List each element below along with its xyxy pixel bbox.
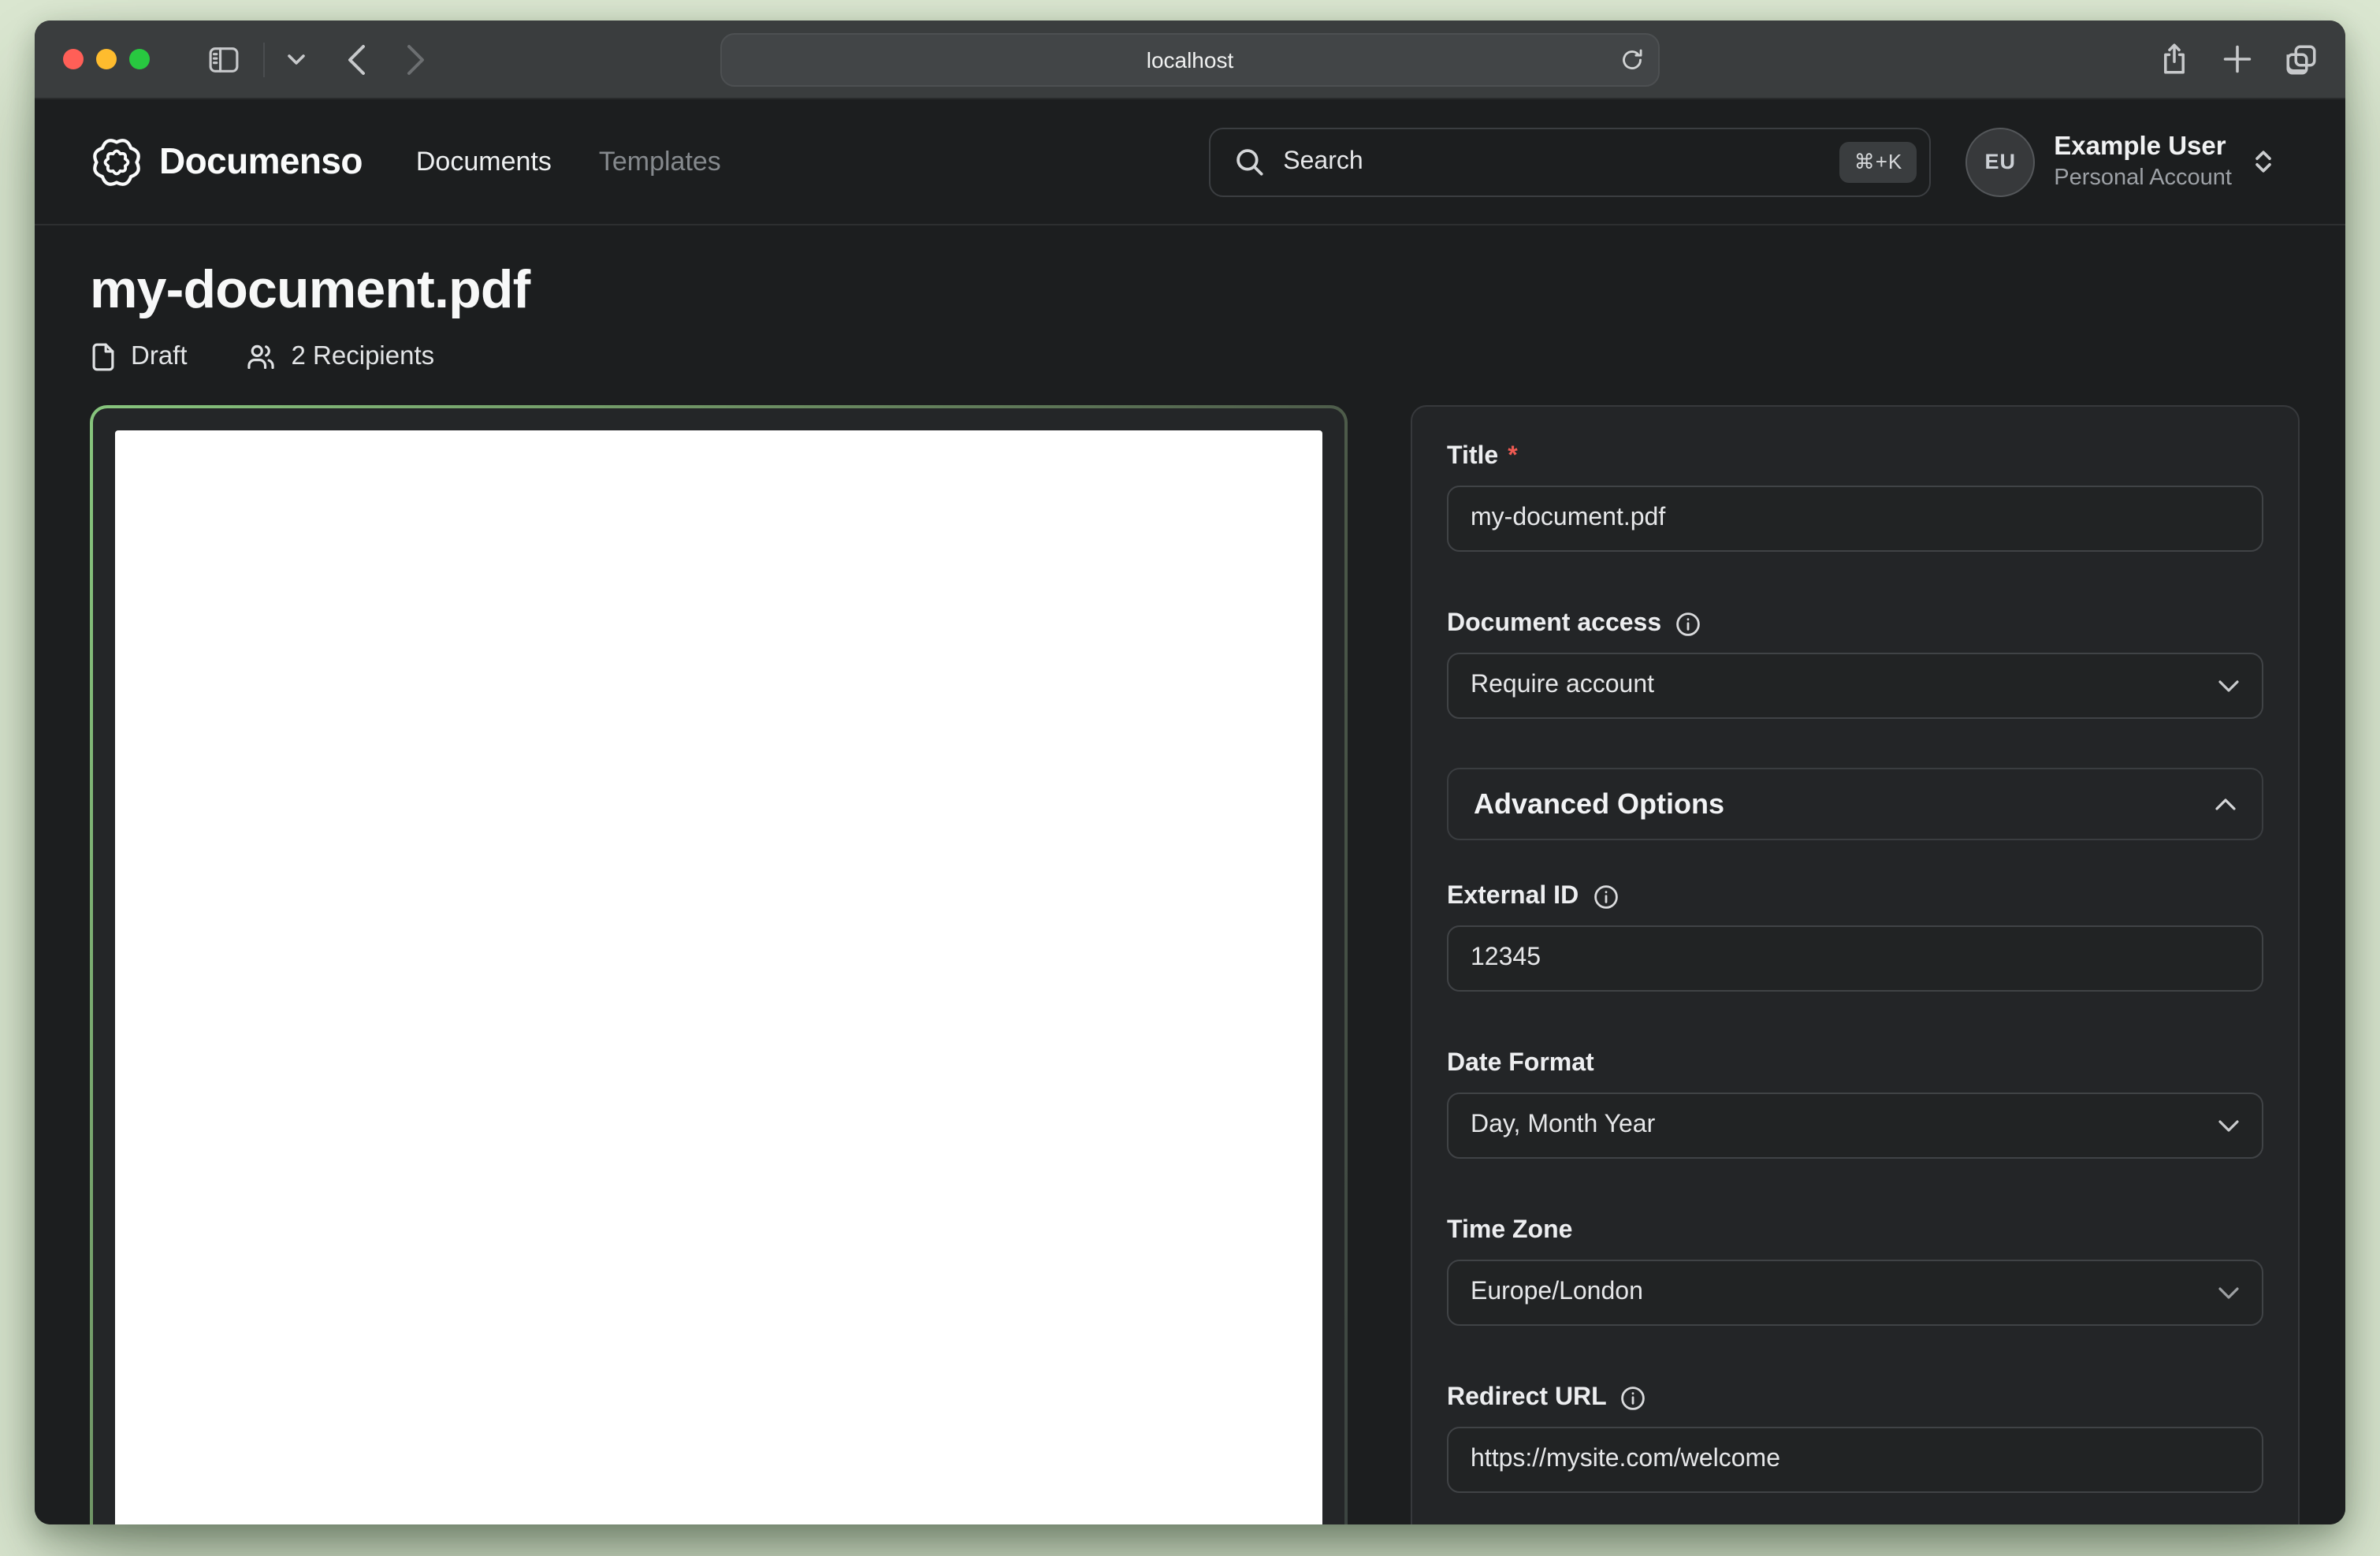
url-text: localhost	[1147, 47, 1234, 73]
external-id-label: External ID	[1447, 883, 2263, 911]
document-page-preview	[115, 430, 1322, 1524]
sidebar-chevron-down-icon[interactable]	[287, 53, 306, 65]
document-access-label: Document access	[1447, 610, 2263, 638]
browser-toolbar: localhost	[35, 20, 2345, 99]
document-access-select[interactable]: Require account	[1447, 653, 2263, 719]
browser-window: localhost	[35, 20, 2345, 1524]
address-bar[interactable]: localhost	[720, 33, 1660, 87]
external-id-field	[1447, 925, 2263, 992]
advanced-options-label: Advanced Options	[1474, 787, 1724, 821]
page-title: my-document.pdf	[90, 260, 2301, 322]
recipients-badge: 2 Recipients	[244, 342, 435, 372]
zoom-window-button[interactable]	[129, 49, 150, 69]
documenso-logo-icon	[90, 135, 143, 188]
user-account-type: Personal Account	[2054, 164, 2232, 192]
minimize-window-button[interactable]	[96, 49, 117, 69]
refresh-icon[interactable]	[1620, 48, 1644, 72]
title-input[interactable]	[1471, 504, 2240, 533]
redirect-url-input[interactable]	[1471, 1446, 2240, 1474]
chevron-down-icon	[2218, 679, 2240, 693]
timezone-label: Time Zone	[1447, 1217, 2263, 1245]
traffic-lights	[63, 49, 150, 69]
status-badge: Draft	[90, 342, 188, 372]
new-tab-icon[interactable]	[2222, 44, 2252, 74]
chevron-down-icon	[2218, 1119, 2240, 1133]
nav-item-documents[interactable]: Documents	[416, 146, 552, 177]
date-format-label: Date Format	[1447, 1050, 2263, 1078]
chevrons-up-down-icon	[2251, 148, 2276, 175]
brand[interactable]: Documenso	[90, 135, 363, 188]
nav-item-templates[interactable]: Templates	[599, 146, 721, 177]
document-access-value: Require account	[1471, 672, 1654, 700]
forward-icon[interactable]	[407, 43, 426, 75]
title-field	[1447, 486, 2263, 552]
date-format-value: Day, Month Year	[1471, 1111, 1655, 1140]
users-icon	[244, 342, 277, 372]
required-asterisk: *	[1508, 443, 1517, 471]
date-format-select[interactable]: Day, Month Year	[1447, 1093, 2263, 1159]
desktop: localhost	[0, 0, 2380, 1556]
avatar: EU	[1965, 127, 2035, 196]
recipients-text: 2 Recipients	[292, 342, 435, 372]
sidebar-toggle-icon[interactable]	[206, 42, 241, 76]
account-menu[interactable]: EU Example User Personal Account	[1965, 127, 2276, 196]
share-icon[interactable]	[2159, 43, 2189, 76]
status-text: Draft	[131, 342, 188, 372]
info-icon[interactable]	[1675, 612, 1701, 637]
redirect-url-label: Redirect URL	[1447, 1384, 2263, 1413]
main-nav: Documents Templates	[416, 146, 721, 177]
advanced-options-toggle[interactable]: Advanced Options	[1447, 768, 2263, 840]
redirect-url-field	[1447, 1427, 2263, 1493]
title-field-label: Title*	[1447, 443, 2263, 471]
search-icon	[1234, 146, 1266, 177]
app-header: Documenso Documents Templates Search ⌘+K	[35, 99, 2345, 225]
search-shortcut-badge: ⌘+K	[1840, 141, 1917, 182]
timezone-value: Europe/London	[1471, 1279, 1643, 1307]
document-settings-panel: Title* Document access	[1411, 405, 2300, 1524]
main-content: my-document.pdf Draft	[35, 225, 2345, 1524]
back-icon[interactable]	[347, 43, 366, 75]
document-meta: Draft 2 Recipients	[90, 342, 2301, 372]
close-window-button[interactable]	[63, 49, 84, 69]
documenso-app: Documenso Documents Templates Search ⌘+K	[35, 99, 2345, 1524]
file-icon	[90, 342, 117, 372]
tab-overview-icon[interactable]	[2285, 43, 2317, 75]
search-placeholder: Search	[1283, 147, 1363, 176]
document-preview-inner	[93, 408, 1344, 1524]
chevron-up-icon	[2215, 797, 2237, 811]
chevron-down-icon	[2218, 1286, 2240, 1300]
brand-name: Documenso	[159, 140, 363, 183]
user-name: Example User	[2054, 131, 2232, 163]
search-input[interactable]: Search ⌘+K	[1209, 127, 1931, 196]
info-icon[interactable]	[1593, 884, 1618, 910]
timezone-select[interactable]: Europe/London	[1447, 1260, 2263, 1326]
info-icon[interactable]	[1621, 1386, 1646, 1411]
document-preview-card	[90, 405, 1348, 1524]
toolbar-divider	[263, 42, 265, 76]
external-id-input[interactable]	[1471, 944, 2240, 973]
